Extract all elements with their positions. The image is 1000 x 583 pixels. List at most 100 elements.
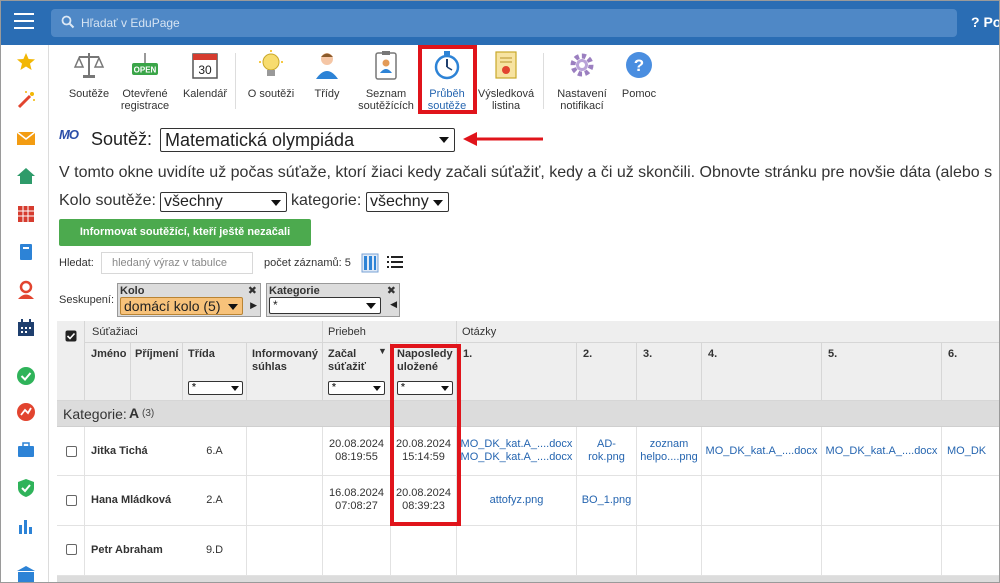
table-search-input[interactable]: hledaný výraz v tabulce	[101, 252, 253, 274]
col-informed[interactable]: Informovaný súhlas	[247, 343, 323, 401]
toolbar-seznam-soutezicich[interactable]: Seznam soutěžících	[353, 49, 419, 112]
book-icon[interactable]	[15, 241, 37, 263]
col-label: Jméno	[91, 348, 127, 360]
row-name: Jitka Tichá	[91, 445, 148, 457]
chart-badge-icon[interactable]	[15, 401, 37, 423]
toolbar-label: Výsledková listina	[477, 88, 535, 112]
file-link[interactable]: helpo....png	[637, 451, 701, 464]
group-kategorie-select[interactable]: *	[269, 297, 381, 314]
chevron-down-icon	[373, 386, 381, 391]
group-kategorie-title: Kategorie	[269, 285, 320, 297]
group-students: Súťažiaci	[85, 321, 323, 343]
highlight-frame-toolbar	[418, 45, 477, 114]
row-informed-cell	[247, 427, 323, 476]
timetable-icon[interactable]	[15, 203, 37, 225]
star-icon[interactable]	[15, 51, 37, 73]
col-q6[interactable]: 6.	[942, 343, 999, 401]
global-search[interactable]: Hľadať v EduPage	[51, 9, 957, 37]
toolbar-vysledkova-listina[interactable]: Výsledková listina	[477, 49, 535, 112]
row-name-cell: Jitka Tichá	[85, 427, 183, 476]
kolo-select[interactable]: všechny	[160, 192, 287, 212]
col-label: 1.	[463, 348, 473, 360]
arrow-right-icon[interactable]: ▶	[250, 300, 257, 311]
chevron-down-icon	[433, 200, 443, 206]
file-link[interactable]: AD-	[577, 438, 636, 451]
row-start-date: 20.08.2024	[328, 438, 385, 450]
col-prijmeni[interactable]: Příjmení	[131, 343, 183, 401]
group-progress-label: Priebeh	[328, 326, 366, 338]
toolbar-nastaveni-notifikaci[interactable]: Nastavení notifikací	[551, 49, 613, 112]
soutez-select[interactable]: Matematická olympiáda	[160, 128, 455, 152]
row-q3-cell	[637, 526, 702, 576]
menu-icon[interactable]	[14, 13, 34, 31]
group-questions: Otázky	[457, 321, 999, 343]
filter-select[interactable]: *	[188, 381, 243, 395]
close-icon[interactable]: ✖	[248, 284, 257, 297]
columns-view-icon[interactable]	[361, 253, 379, 273]
row-name: Hana Mládková	[91, 494, 172, 506]
file-link[interactable]: BO_1.png	[577, 494, 636, 507]
shield-icon[interactable]	[15, 477, 37, 499]
calendar-icon[interactable]	[15, 317, 37, 339]
bar-chart-icon[interactable]	[15, 515, 37, 537]
file-link[interactable]: attofyz.png	[457, 494, 576, 507]
soutez-label: Soutěž:	[91, 129, 153, 149]
list-view-icon[interactable]	[387, 255, 403, 269]
file-link[interactable]: rok.png	[577, 451, 636, 464]
toolbar-o-soutezi[interactable]: O soutěži	[243, 49, 299, 100]
sort-desc-icon[interactable]: ▼	[378, 346, 387, 356]
briefcase-icon[interactable]	[15, 439, 37, 461]
toolbar-label: Soutěže	[68, 88, 110, 100]
file-link[interactable]: zoznam	[637, 438, 701, 451]
group-kategorie-value: *	[273, 298, 278, 312]
toolbar-otevrene-registrace[interactable]: OPEN Otevřené registrace	[115, 49, 175, 112]
col-jmeno[interactable]: Jméno	[85, 343, 131, 401]
row-checkbox[interactable]	[66, 495, 77, 506]
open-sign-icon: OPEN	[132, 53, 158, 75]
col-q2[interactable]: 2.	[577, 343, 637, 401]
magic-wand-icon[interactable]	[15, 89, 37, 111]
group-kolo-select[interactable]: domácí kolo (5)	[120, 297, 243, 315]
col-trida[interactable]: Třída *	[183, 343, 247, 401]
row-name-cell: Hana Mládková	[85, 476, 183, 526]
toolbar-label: Otevřené registrace	[120, 88, 170, 112]
col-q3[interactable]: 3.	[637, 343, 702, 401]
col-q4[interactable]: 4.	[702, 343, 822, 401]
help-user-label[interactable]: ? Po	[971, 14, 999, 30]
notify-button[interactable]: Informovat soutěžící, kteří ještě nezača…	[59, 219, 311, 265]
toolbar-pomoc[interactable]: ? Pomoc	[613, 49, 665, 100]
calendar-day-icon: 30	[192, 53, 218, 79]
row-checkbox[interactable]	[66, 544, 77, 555]
col-q1[interactable]: 1.	[457, 343, 577, 401]
row-q2-cell: BO_1.png	[577, 476, 637, 526]
file-link[interactable]: MO_DK	[947, 445, 986, 457]
library-icon[interactable]	[15, 563, 37, 583]
toolbar-souteze[interactable]: Soutěže	[61, 49, 117, 100]
select-all-checkbox[interactable]	[65, 330, 77, 342]
chevron-down-icon	[231, 386, 239, 391]
user-icon[interactable]	[15, 279, 37, 301]
kategorie-select[interactable]: všechny	[366, 192, 449, 212]
row-checkbox[interactable]	[66, 446, 77, 457]
home-icon[interactable]	[15, 165, 37, 187]
col-q5[interactable]: 5.	[822, 343, 942, 401]
toolbar-kalendar[interactable]: 30 Kalendář	[177, 49, 233, 100]
row-q6-cell: MO_DK	[942, 427, 999, 476]
row-start-time: 08:19:55	[335, 451, 378, 463]
file-link[interactable]: MO_DK_kat.A_....docx	[702, 445, 821, 458]
toolbar-label: Třídy	[314, 88, 340, 100]
file-link[interactable]: MO_DK_kat.A_....docx	[822, 445, 941, 458]
row-start-cell	[323, 526, 391, 576]
hledat-label: Hledat:	[59, 257, 94, 269]
file-link[interactable]: MO_DK_kat.A_....docx	[457, 438, 576, 451]
close-icon[interactable]: ✖	[387, 284, 396, 297]
col-start[interactable]: Začal súťažiť ▼ *	[323, 343, 391, 401]
file-link[interactable]: MO_DK_kat.A_....docx	[457, 451, 576, 464]
results-table: Súťažiaci Priebeh Otázky Jméno Příjmení …	[57, 321, 999, 582]
check-circle-icon[interactable]	[15, 365, 37, 387]
filter-select[interactable]: *	[328, 381, 385, 395]
arrow-left-icon[interactable]: ◀	[390, 299, 397, 310]
toolbar-tridy[interactable]: Třídy	[299, 49, 355, 100]
row-class: 6.A	[206, 445, 223, 457]
mail-icon[interactable]	[15, 127, 37, 149]
